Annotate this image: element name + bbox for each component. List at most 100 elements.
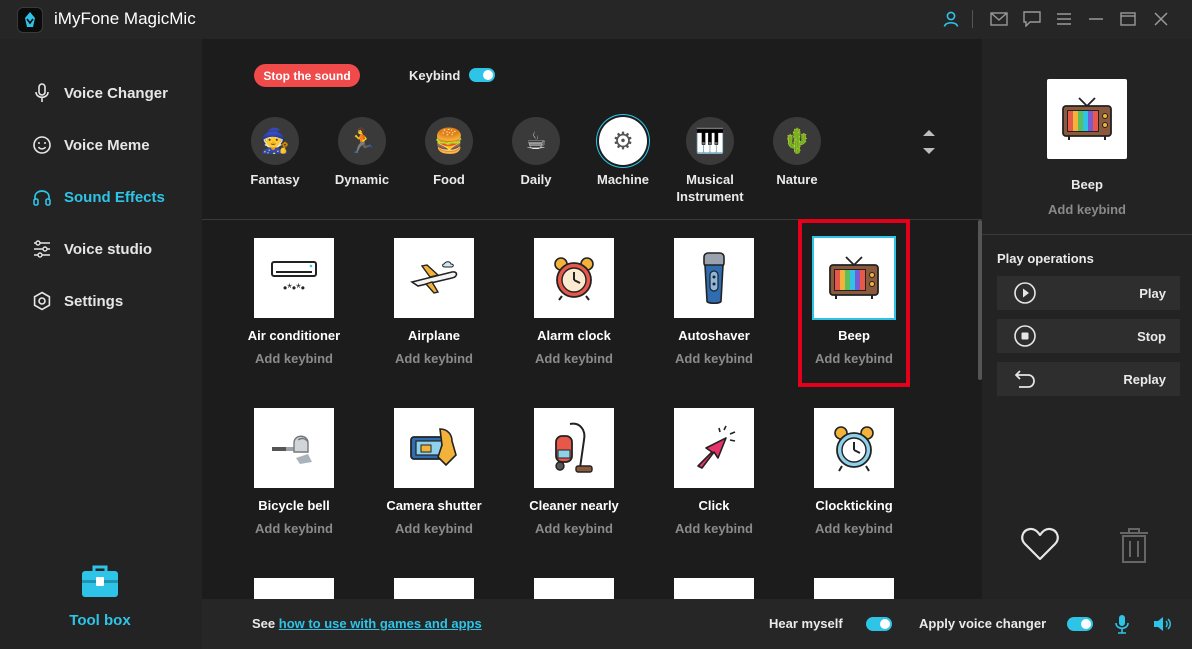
category-fantasy[interactable]: 🧙 Fantasy [232, 117, 318, 188]
air-conditioner-icon: •*•*• [254, 238, 334, 318]
titlebar-divider [972, 10, 973, 28]
favorite-heart-icon[interactable] [1020, 526, 1060, 562]
sound-card[interactable] [364, 578, 504, 599]
hear-myself-toggle[interactable] [866, 617, 892, 631]
vacuum-cleaner-icon [534, 408, 614, 488]
sound-card[interactable] [644, 578, 784, 599]
smiley-icon [32, 135, 52, 155]
close-icon[interactable] [1150, 8, 1172, 30]
add-keybind-link[interactable]: Add keybind [224, 351, 364, 366]
mail-icon[interactable] [988, 8, 1010, 30]
cactus-icon: 🌵 [773, 117, 821, 165]
category-nature[interactable]: 🌵 Nature [754, 117, 840, 188]
play-operations-title: Play operations [997, 251, 1094, 266]
sound-card[interactable] [224, 578, 364, 599]
microphone-icon[interactable] [1112, 614, 1132, 634]
add-keybind-link[interactable]: Add keybind [644, 351, 784, 366]
gear-icon [32, 291, 52, 311]
toolbox-label: Tool box [69, 612, 131, 629]
sound-card-camera-shutter[interactable]: Camera shutter Add keybind [364, 408, 504, 536]
feedback-icon[interactable] [1021, 8, 1043, 30]
stop-button[interactable]: Stop [997, 319, 1180, 353]
play-icon [1014, 282, 1036, 304]
category-scroll-arrows[interactable] [918, 127, 940, 157]
sound-card-air-conditioner[interactable]: •*•*• Air conditioner Add keybind [224, 238, 364, 366]
toolbox-icon [82, 565, 118, 597]
sound-card-airplane[interactable]: Airplane Add keybind [364, 238, 504, 366]
play-button[interactable]: Play [997, 276, 1180, 310]
sidebar-item-voice-changer[interactable]: Voice Changer [32, 81, 168, 105]
preview-panel: Beep Add keybind Play operations Play St… [982, 39, 1192, 649]
preview-retro-tv-icon [1047, 79, 1127, 159]
add-keybind-link[interactable]: Add keybind [364, 521, 504, 536]
shaver-icon [674, 238, 754, 318]
keybind-toggle[interactable] [469, 68, 495, 82]
sound-card-cleaner-nearly[interactable]: Cleaner nearly Add keybind [504, 408, 644, 536]
sound-card-click[interactable]: Click Add keybind [644, 408, 784, 536]
runner-icon: 🏃 [338, 117, 386, 165]
add-keybind-link[interactable]: Add keybind [644, 521, 784, 536]
sidebar-item-label: Voice Meme [64, 136, 150, 154]
app-logo-icon [17, 7, 43, 33]
camera-icon [394, 408, 474, 488]
sidebar-item-sound-effects[interactable]: Sound Effects [32, 185, 165, 209]
menu-icon[interactable] [1053, 8, 1075, 30]
trash-icon[interactable] [1118, 526, 1150, 564]
hear-myself-label: Hear myself [769, 616, 843, 631]
sound-card-autoshaver[interactable]: Autoshaver Add keybind [644, 238, 784, 366]
category-food[interactable]: 🍔 Food [406, 117, 492, 188]
sliders-icon [32, 239, 52, 259]
microphone-icon [32, 83, 52, 103]
sound-card-alarm-clock[interactable]: Alarm clock Add keybind [504, 238, 644, 366]
stop-the-sound-button[interactable]: Stop the sound [254, 64, 360, 87]
sound-card-clockticking[interactable]: Clockticking Add keybind [784, 408, 924, 536]
stop-icon [1014, 325, 1036, 347]
sound-card[interactable] [784, 578, 924, 599]
add-keybind-link[interactable]: Add keybind [364, 351, 504, 366]
category-machine[interactable]: ⚙ Machine [580, 117, 666, 188]
sidebar-item-voice-meme[interactable]: Voice Meme [32, 133, 150, 157]
sound-effects-panel: Stop the sound Keybind 🧙 Fantasy 🏃 Dynam… [202, 39, 982, 599]
wizard-hat-icon: 🧙 [251, 117, 299, 165]
arrow-up-icon [923, 130, 935, 136]
sidebar-item-settings[interactable]: Settings [32, 289, 123, 313]
sound-card[interactable] [504, 578, 644, 599]
maximize-icon[interactable] [1117, 8, 1139, 30]
sidebar-item-label: Sound Effects [64, 188, 165, 206]
add-keybind-link[interactable]: Add keybind [504, 351, 644, 366]
add-keybind-link[interactable]: Add keybind [224, 521, 364, 536]
gears-icon: ⚙ [599, 117, 647, 165]
app-title: iMyFone MagicMic [54, 9, 196, 28]
cursor-click-icon [674, 408, 754, 488]
category-musical-instrument[interactable]: 🎹 Musical Instrument [667, 117, 753, 205]
sidebar-item-voice-studio[interactable]: Voice studio [32, 237, 152, 261]
add-keybind-link[interactable]: Add keybind [504, 521, 644, 536]
add-keybind-link[interactable]: Add keybind [784, 521, 924, 536]
help-text: See how to use with games and apps [252, 616, 482, 631]
arrow-down-icon [923, 148, 935, 154]
alarm-clock-icon [534, 238, 614, 318]
apply-voice-changer-label: Apply voice changer [919, 616, 1047, 631]
replay-button[interactable]: Replay [997, 362, 1180, 396]
keybind-label: Keybind [409, 68, 461, 83]
minimize-icon[interactable] [1085, 8, 1107, 30]
toolbox-button[interactable]: Tool box [60, 563, 140, 629]
category-daily[interactable]: ☕ Daily [493, 117, 579, 188]
sidebar: Voice Changer Voice Meme Sound Effects V… [0, 39, 202, 649]
svg-text:•*•*•: •*•*• [283, 281, 305, 295]
burger-icon: 🍔 [425, 117, 473, 165]
selection-highlight-box [798, 219, 910, 387]
sidebar-item-label: Settings [64, 292, 124, 310]
user-icon[interactable] [940, 8, 962, 30]
speaker-icon[interactable] [1152, 614, 1172, 634]
apply-voice-changer-toggle[interactable] [1067, 617, 1093, 631]
coffee-bag-icon: ☕ [512, 117, 560, 165]
preview-add-keybind[interactable]: Add keybind [982, 202, 1192, 217]
sound-card-bicycle-bell[interactable]: Bicycle bell Add keybind [224, 408, 364, 536]
bicycle-bell-icon [254, 408, 334, 488]
piano-icon: 🎹 [686, 117, 734, 165]
ticking-clock-icon [814, 408, 894, 488]
airplane-icon [394, 238, 474, 318]
category-dynamic[interactable]: 🏃 Dynamic [319, 117, 405, 188]
how-to-use-link[interactable]: how to use with games and apps [279, 616, 482, 631]
